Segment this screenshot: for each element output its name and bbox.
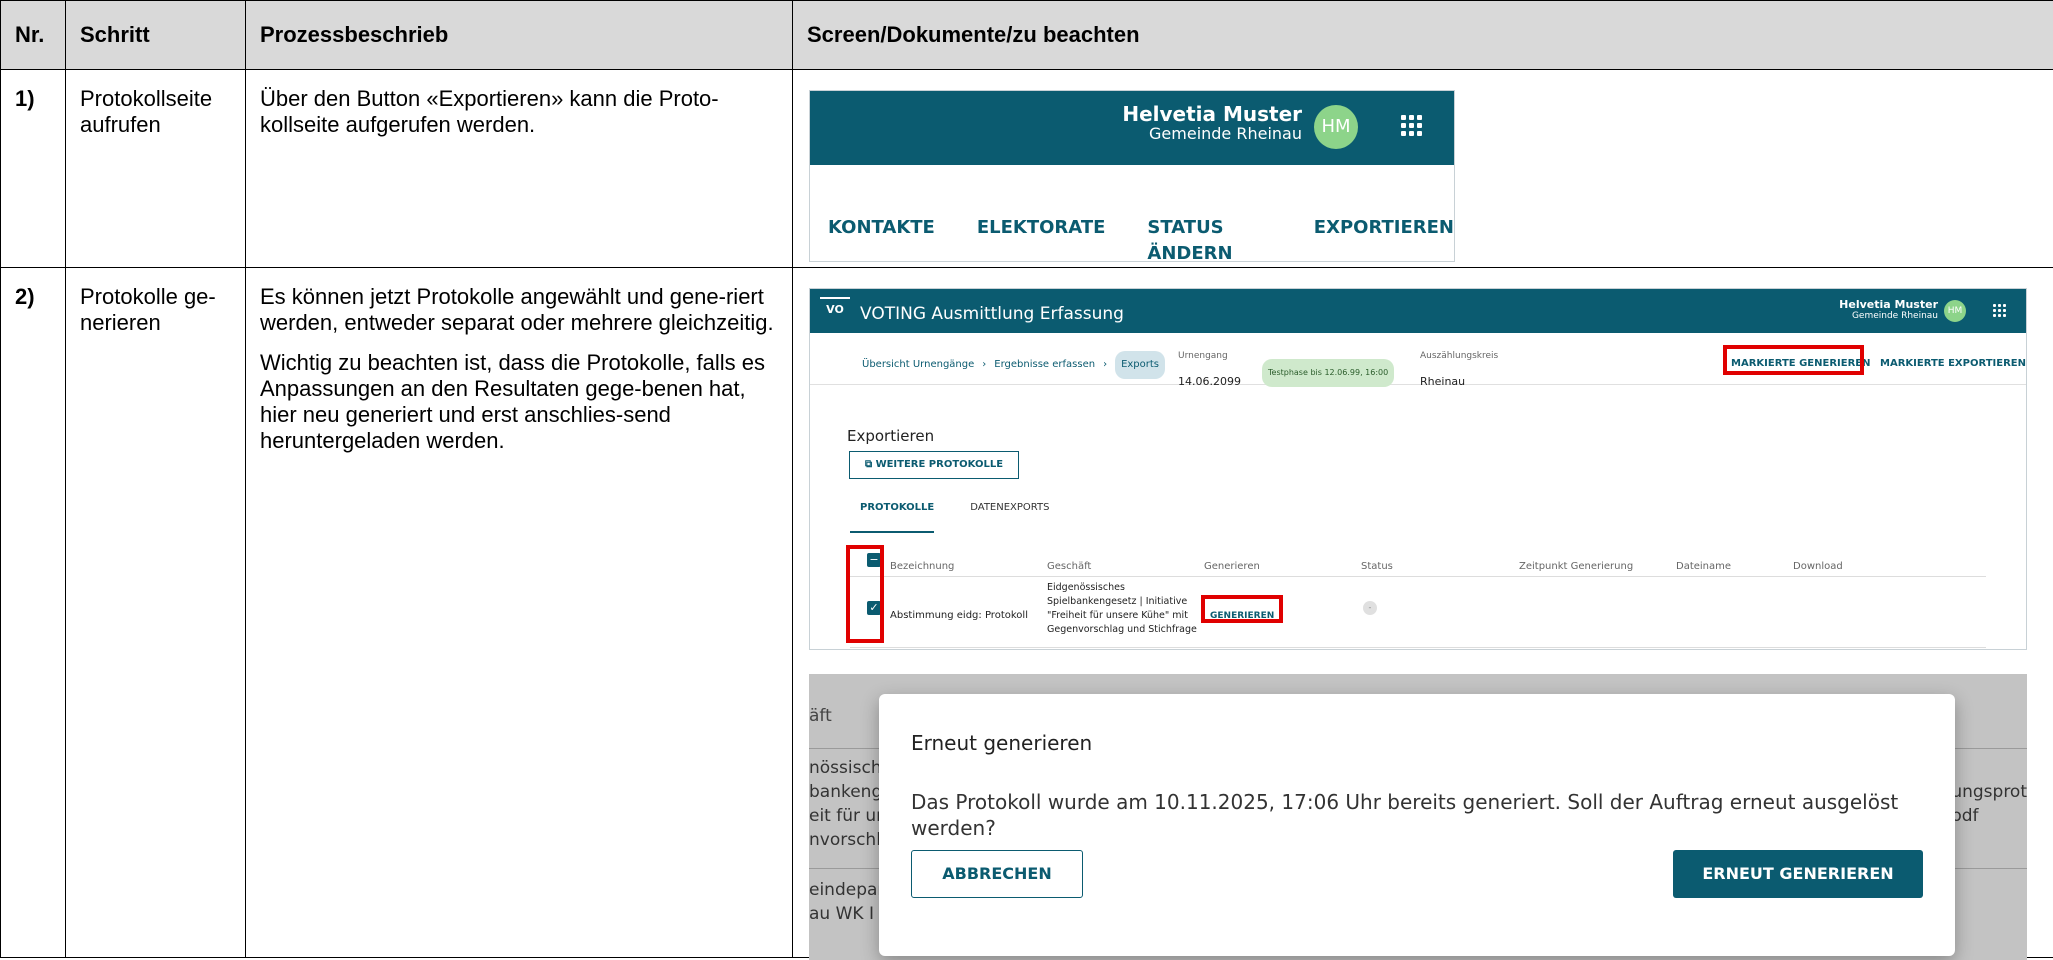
header-nr: Nr. [1, 1, 66, 70]
regenerate-button[interactable]: ERNEUT GENERIEREN [1673, 850, 1923, 898]
geschaeft-line: "Freiheit für unsere Kühe" mit [1047, 609, 1197, 623]
row-bezeichnung: Abstimmung eidg: Protokoll [890, 603, 1028, 629]
weitere-protokolle-label: WEITERE PROTOKOLLE [876, 459, 1003, 470]
crumb-ergebnisse[interactable]: Ergebnisse erfassen [994, 352, 1095, 378]
row-geschaeft: Eidgenössisches Spielbankengesetz | Init… [1047, 581, 1197, 637]
apps-grid-icon[interactable] [1993, 304, 2006, 317]
step-number: 1) [1, 70, 66, 268]
screenshot-cell: VO VOTING Ausmittlung Erfassung Helvetia… [793, 268, 2053, 958]
bg-line: odf [1951, 804, 2027, 828]
kreis-value: Rheinau [1420, 369, 1498, 395]
chevron-right-icon: › [1103, 352, 1107, 378]
highlight-markierte-generieren [1723, 345, 1864, 375]
geschaeft-line: Gegenvorschlag und Stichfrage [1047, 623, 1197, 637]
screenshot-export-page: VO VOTING Ausmittlung Erfassung Helvetia… [809, 288, 2027, 650]
step-name: Protokollseite aufrufen [66, 70, 246, 268]
app-header: Helvetia Muster Gemeinde Rheinau HM [810, 91, 1454, 165]
app-title: VOTING Ausmittlung Erfassung [860, 301, 1124, 327]
header-screen: Screen/Dokumente/zu beachten [793, 1, 2053, 70]
step-number: 2) [1, 268, 66, 958]
regenerate-dialog: Erneut generieren Das Protokoll wurde am… [879, 694, 1955, 956]
user-name: Helvetia Muster [1122, 103, 1302, 125]
main-nav: KONTAKTE ELEKTORATE STATUS ÄNDERN EXPORT… [828, 215, 1454, 267]
user-info: Helvetia Muster Gemeinde Rheinau [1122, 103, 1302, 143]
tab-datenexports[interactable]: DATENEXPORTS [970, 495, 1049, 533]
avatar[interactable]: HM [1314, 105, 1358, 149]
step-name: Protokolle ge-nerieren [66, 268, 246, 958]
breadcrumb: Übersicht Urnengänge › Ergebnisse erfass… [862, 351, 1165, 379]
cancel-button[interactable]: ABBRECHEN [911, 850, 1083, 898]
user-org: Gemeinde Rheinau [1839, 311, 1938, 322]
geschaeft-line: Spielbankengesetz | Initiative [1047, 595, 1197, 609]
dialog-title: Erneut generieren [911, 730, 1092, 756]
step-row-2: 2) Protokolle ge-nerieren Es können jetz… [1, 268, 2053, 958]
screenshot-regenerate-dialog: äft nössisch bankenge eit für ur nvorsch… [809, 674, 2027, 960]
screenshot-header-nav: Helvetia Muster Gemeinde Rheinau HM KONT… [809, 90, 1455, 262]
step-description: Es können jetzt Protokolle angewählt und… [246, 268, 793, 958]
bg-line: ungsprot [1951, 780, 2027, 804]
user-org: Gemeinde Rheinau [1122, 125, 1302, 143]
header-row: Nr. Schritt Prozessbeschrieb Screen/Doku… [1, 1, 2053, 70]
nav-exportieren[interactable]: EXPORTIEREN [1314, 215, 1454, 267]
nav-elektorate[interactable]: ELEKTORATE [977, 215, 1106, 267]
user-info: Helvetia Muster Gemeinde Rheinau [1839, 298, 1938, 322]
user-name: Helvetia Muster [1839, 298, 1938, 311]
process-table: Nr. Schritt Prozessbeschrieb Screen/Doku… [0, 0, 2053, 958]
screenshot-cell: Helvetia Muster Gemeinde Rheinau HM KONT… [793, 70, 2053, 268]
bg-col-header: äft [809, 704, 832, 728]
table-divider [850, 576, 1986, 577]
bg-text: eindeparl au WK I [809, 878, 889, 926]
step-description: Über den Button «Exportieren» kann die P… [246, 70, 793, 268]
voting-logo: VO [820, 297, 850, 323]
description-paragraph: Es können jetzt Protokolle angewählt und… [260, 284, 778, 336]
tabs: PROTOKOLLE DATENEXPORTS [850, 495, 1049, 533]
app-header: VO VOTING Ausmittlung Erfassung Helvetia… [810, 289, 2026, 333]
avatar[interactable]: HM [1944, 300, 1966, 322]
crumb-exports: Exports [1115, 351, 1165, 379]
bg-text-right: ungsprot odf [1951, 780, 2027, 828]
header-schritt: Schritt [66, 1, 246, 70]
description-paragraph: Über den Button «Exportieren» kann die P… [260, 86, 778, 138]
chevron-right-icon: › [982, 352, 986, 378]
kreis-label: Auszählungskreis [1420, 343, 1498, 369]
page-title: Exportieren [847, 423, 934, 449]
urnengang-label: Urnengang [1178, 343, 1241, 369]
urnengang-value: 14.06.2099 [1178, 369, 1241, 395]
header-prozess: Prozessbeschrieb [246, 1, 793, 70]
highlight-generieren [1201, 595, 1283, 623]
step-row-1: 1) Protokollseite aufrufen Über den Butt… [1, 70, 2053, 268]
bg-line: eindeparl [809, 878, 889, 902]
weitere-protokolle-button[interactable]: ⧉ WEITERE PROTOKOLLE [849, 451, 1019, 479]
kreis-info: Auszählungskreis Rheinau [1420, 343, 1498, 395]
nav-kontakte[interactable]: KONTAKTE [828, 215, 935, 267]
tab-protokolle[interactable]: PROTOKOLLE [850, 495, 934, 533]
status-indicator: - [1363, 601, 1377, 615]
dialog-message: Das Protokoll wurde am 10.11.2025, 17:06… [911, 789, 1955, 841]
urnengang-info: Urnengang 14.06.2099 [1178, 343, 1241, 395]
bg-line: au WK I [809, 902, 889, 926]
table-divider [850, 647, 1986, 648]
markierte-exportieren-button[interactable]: MARKIERTE EXPORTIEREN [1880, 351, 2026, 377]
nav-status-aendern[interactable]: STATUS ÄNDERN [1147, 215, 1271, 267]
geschaeft-line: Eidgenössisches [1047, 581, 1197, 595]
description-paragraph: Wichtig zu beachten ist, dass die Protok… [260, 350, 778, 454]
crumb-uebersicht[interactable]: Übersicht Urnengänge [862, 352, 974, 378]
highlight-checkboxes [846, 545, 884, 643]
external-link-icon: ⧉ [865, 459, 876, 470]
testphase-badge: Testphase bis 12.06.99, 16:00 [1262, 359, 1394, 387]
apps-grid-icon[interactable] [1401, 115, 1422, 136]
